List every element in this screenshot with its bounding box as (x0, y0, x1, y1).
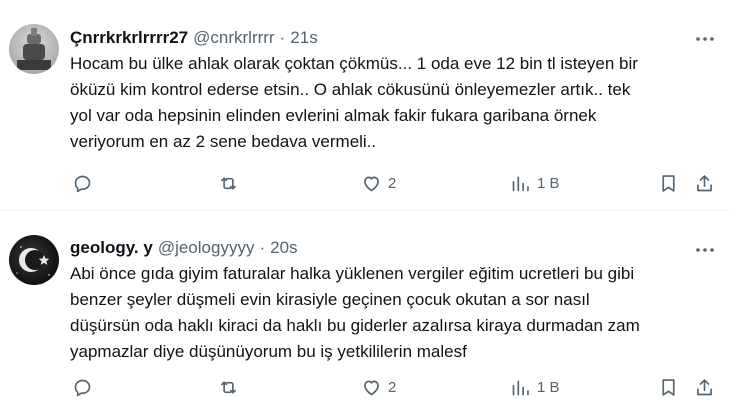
timestamp[interactable]: 20s (270, 238, 297, 258)
avatar[interactable] (9, 24, 59, 74)
heart-icon (364, 380, 379, 395)
share-button[interactable] (694, 374, 715, 400)
tweet-2[interactable]: geology. y @jeologyyyy · 20s Abi önce gı… (0, 211, 730, 420)
views-button[interactable]: 1 B (510, 374, 560, 400)
share-icon (697, 378, 712, 395)
separator-dot: · (279, 28, 286, 47)
like-button[interactable]: 2 (361, 374, 396, 400)
separator-dot: · (259, 238, 266, 257)
retweet-button[interactable] (218, 170, 245, 196)
avatar-image (9, 24, 59, 74)
display-name[interactable]: Çnrrkrkrlrrrr27 (70, 28, 188, 48)
tweet-header: Çnrrkrkrlrrrr27 @cnrkrlrrrr · 21s (70, 25, 690, 51)
avatar-image (9, 235, 59, 285)
retweet-icon (221, 176, 236, 190)
views-icon (512, 176, 529, 191)
user-handle[interactable]: @cnrkrlrrrr (193, 28, 274, 48)
like-count: 2 (388, 378, 397, 396)
like-count: 2 (388, 174, 397, 192)
avatar[interactable] (9, 235, 59, 285)
share-icon (697, 174, 712, 191)
view-count: 1 B (537, 174, 560, 192)
reply-button[interactable] (72, 170, 99, 196)
like-button[interactable]: 2 (361, 170, 396, 196)
views-icon (512, 380, 529, 395)
reply-button[interactable] (72, 374, 99, 400)
display-name[interactable]: geology. y (70, 238, 153, 258)
user-handle[interactable]: @jeologyyyy (158, 238, 255, 258)
tweet-text: Hocam bu ülke ahlak olarak çoktan çökmüs… (70, 54, 638, 151)
bookmark-icon (662, 378, 675, 396)
reply-icon (74, 379, 91, 396)
more-dots-icon[interactable] (694, 241, 716, 259)
view-count: 1 B (537, 378, 560, 396)
tweet-1[interactable]: Çnrrkrkrlrrrr27 @cnrkrlrrrr · 21s Hocam … (0, 0, 730, 210)
timestamp[interactable]: 21s (290, 28, 317, 48)
share-button[interactable] (694, 170, 715, 196)
retweet-button[interactable] (218, 374, 245, 400)
retweet-icon (221, 380, 236, 394)
reply-icon (74, 175, 91, 192)
more-dots-icon[interactable] (694, 30, 716, 48)
action-bar: 2 1 B (70, 374, 720, 400)
tweet-header: geology. y @jeologyyyy · 20s (70, 235, 690, 261)
tweet-text: Abi önce gıda giyim faturalar halka yükl… (70, 264, 640, 361)
views-button[interactable]: 1 B (510, 170, 560, 196)
action-bar: 2 1 B (70, 170, 720, 196)
bookmark-button[interactable] (658, 374, 679, 400)
heart-icon (364, 176, 379, 191)
bookmark-button[interactable] (658, 170, 679, 196)
bookmark-icon (662, 174, 675, 192)
